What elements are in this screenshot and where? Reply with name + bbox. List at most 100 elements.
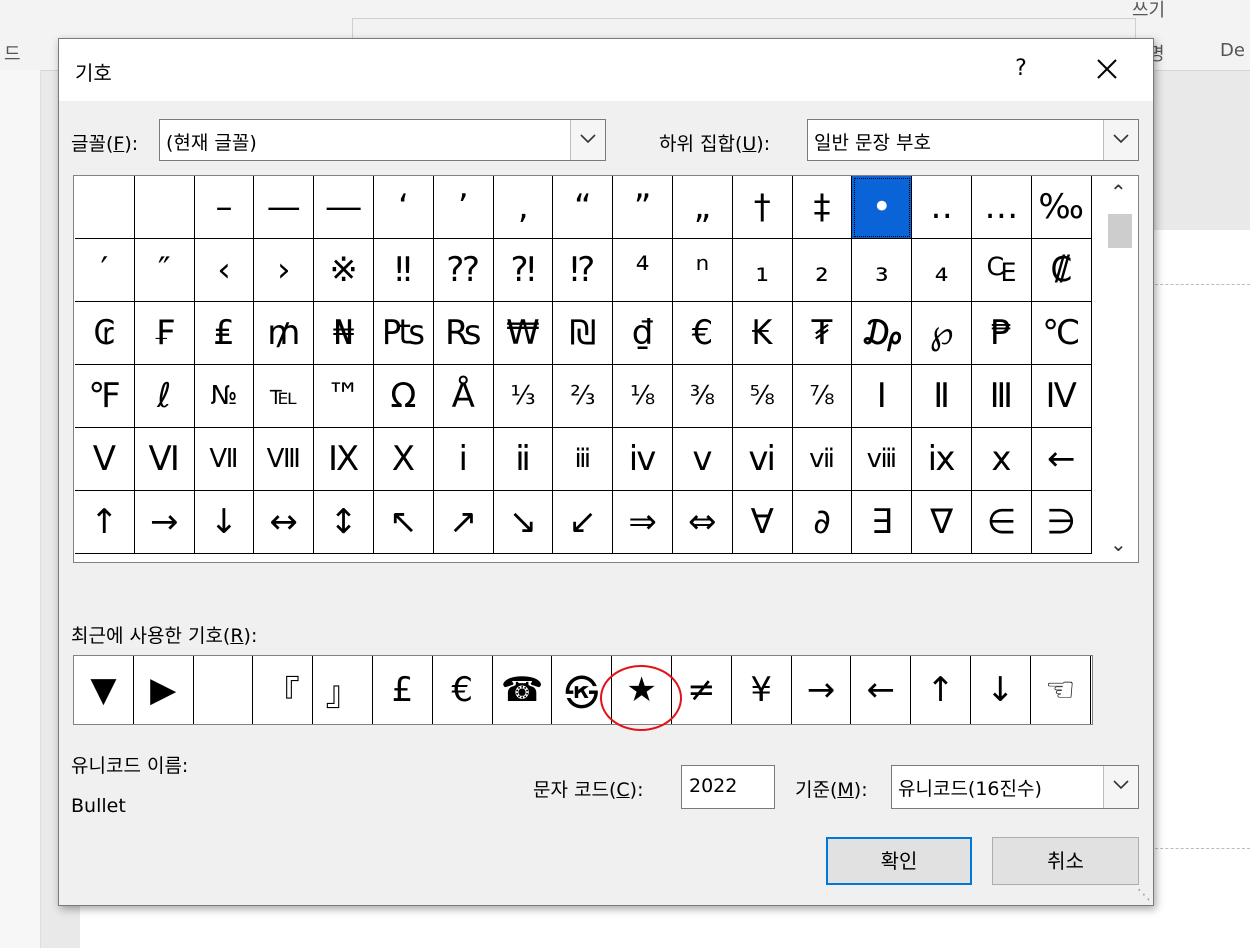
symbol-cell[interactable]: “	[553, 176, 614, 239]
symbol-cell[interactable]: ‰	[1031, 176, 1092, 239]
symbol-cell[interactable]: ₤	[194, 302, 255, 365]
symbol-cell[interactable]: ℉	[75, 365, 135, 428]
recent-symbol-cell[interactable]: ☎	[493, 656, 553, 724]
symbol-cell[interactable]: →	[134, 491, 195, 554]
recent-symbol-cell[interactable]: ↑	[911, 656, 971, 724]
scroll-up-icon[interactable]: ⌃	[1110, 180, 1127, 204]
symbol-cell[interactable]: ₫	[613, 302, 673, 365]
symbol-cell[interactable]: ₄	[912, 239, 972, 302]
symbol-cell[interactable]: ※	[314, 239, 374, 302]
symbol-cell[interactable]: ⅸ	[912, 428, 972, 491]
symbol-cell[interactable]: ₥	[254, 302, 315, 365]
symbol-cell[interactable]: ‚	[493, 176, 554, 239]
symbol-cell[interactable]: ∇	[912, 491, 972, 554]
symbol-cell[interactable]: ⁇	[433, 239, 494, 302]
recent-symbol-cell[interactable]: 『	[253, 656, 314, 724]
close-button[interactable]	[1087, 51, 1127, 87]
symbol-cell[interactable]: Ⅹ	[374, 428, 434, 491]
symbol-cell[interactable]: ∈	[972, 491, 1032, 554]
subset-select[interactable]: 일반 문장 부호	[807, 119, 1139, 161]
symbol-cell[interactable]: Ⅵ	[134, 428, 195, 491]
recent-symbol-cell[interactable]: ★	[612, 656, 672, 724]
symbol-cell[interactable]: ₁	[732, 239, 793, 302]
symbol-cell[interactable]: ∂	[792, 491, 853, 554]
symbol-cell[interactable]: ↑	[75, 491, 135, 554]
symbol-cell[interactable]: –	[194, 176, 255, 239]
recent-symbol-cell[interactable]: £	[373, 656, 433, 724]
char-code-input[interactable]: 2022	[681, 765, 775, 809]
symbol-cell[interactable]: Ⅷ	[254, 428, 315, 491]
symbol-cell[interactable]: ⁉	[553, 239, 614, 302]
symbol-cell[interactable]: ⅴ	[673, 428, 733, 491]
recent-symbol-cell[interactable]: ←	[851, 656, 912, 724]
base-select[interactable]: 유니코드(16진수)	[891, 765, 1139, 809]
symbol-cell[interactable]: ⅛	[613, 365, 673, 428]
symbol-cell[interactable]: ℃	[1031, 302, 1092, 365]
recent-symbol-cell[interactable]: ≠	[672, 656, 732, 724]
symbol-cell[interactable]: Ⅰ	[852, 365, 913, 428]
recent-symbol-cell[interactable]: 』	[313, 656, 373, 724]
symbol-cell[interactable]: ⅵ	[732, 428, 793, 491]
symbol-cell[interactable]: ↔	[254, 491, 315, 554]
symbol-cell[interactable]: ←	[1031, 428, 1092, 491]
subset-select-dropdown[interactable]	[1103, 120, 1138, 160]
symbol-cell[interactable]: ’	[433, 176, 494, 239]
symbol-cell[interactable]: ₯	[852, 302, 913, 365]
symbol-cell[interactable]: ⅞	[792, 365, 853, 428]
symbol-cell[interactable]: —	[254, 176, 315, 239]
symbol-cell[interactable]: ₣	[134, 302, 195, 365]
symbol-cell[interactable]: Ⅱ	[912, 365, 972, 428]
symbol-cell[interactable]: †	[732, 176, 793, 239]
base-select-dropdown[interactable]	[1103, 766, 1138, 808]
symbol-cell[interactable]: ₢	[75, 302, 135, 365]
symbol-cell[interactable]: ⅲ	[553, 428, 614, 491]
recent-symbol-cell[interactable]: €	[433, 656, 493, 724]
recent-symbol-cell[interactable]: ▶	[134, 656, 194, 724]
recent-symbol-cell[interactable]: ¥	[732, 656, 792, 724]
symbol-cell[interactable]: ⅱ	[493, 428, 554, 491]
symbol-cell[interactable]: №	[194, 365, 255, 428]
symbol-cell[interactable]: ⅓	[493, 365, 554, 428]
symbol-cell[interactable]: Å	[433, 365, 494, 428]
symbol-cell[interactable]: ”	[613, 176, 673, 239]
symbol-cell[interactable]: ₩	[493, 302, 554, 365]
symbol-cell[interactable]: ™	[314, 365, 374, 428]
symbol-cell[interactable]: ′	[75, 239, 135, 302]
symbol-cell[interactable]: ↗	[433, 491, 494, 554]
symbol-cell[interactable]: ↕	[314, 491, 374, 554]
symbol-cell[interactable]: ⁿ	[673, 239, 733, 302]
symbol-cell[interactable]: ↖	[374, 491, 434, 554]
symbol-cell[interactable]: ₂	[792, 239, 853, 302]
symbol-cell[interactable]: ₧	[374, 302, 434, 365]
symbol-cell[interactable]: ℘	[912, 302, 972, 365]
recent-symbol-cell[interactable]: →	[792, 656, 852, 724]
cancel-button[interactable]: 취소	[992, 837, 1139, 885]
recent-symbol-cell[interactable]: ㉿	[552, 656, 613, 724]
symbol-cell[interactable]: ⅳ	[613, 428, 673, 491]
help-button[interactable]: ?	[1003, 51, 1039, 87]
symbol-cell[interactable]: ⇔	[673, 491, 733, 554]
symbol-cell[interactable]: ⅰ	[433, 428, 494, 491]
symbol-cell[interactable]: ‥	[912, 176, 972, 239]
symbol-grid-scrollbar[interactable]: ⌃ ⌄	[1102, 176, 1138, 562]
symbol-cell[interactable]: ‼	[374, 239, 434, 302]
resize-grip-icon[interactable]: ⋱	[1137, 887, 1151, 903]
symbol-cell[interactable]: ⅜	[673, 365, 733, 428]
symbol-cell[interactable]: Ⅶ	[194, 428, 255, 491]
symbol-cell[interactable]: ₦	[314, 302, 374, 365]
symbol-cell[interactable]: ↙	[553, 491, 614, 554]
symbol-cell[interactable]: ›	[254, 239, 315, 302]
symbol-cell[interactable]: Ⅸ	[314, 428, 374, 491]
symbol-cell[interactable]: ―	[314, 176, 374, 239]
symbol-cell[interactable]: ⅹ	[972, 428, 1032, 491]
symbol-cell[interactable]: Ⅲ	[972, 365, 1032, 428]
scroll-down-icon[interactable]: ⌄	[1110, 532, 1127, 556]
symbol-cell[interactable]: ℡	[254, 365, 315, 428]
symbol-cell[interactable]	[134, 176, 195, 239]
symbol-cell[interactable]: ↓	[194, 491, 255, 554]
symbol-cell[interactable]: ⇒	[613, 491, 673, 554]
symbol-cell[interactable]: ℓ	[134, 365, 195, 428]
symbol-cell[interactable]: ⅝	[732, 365, 793, 428]
symbol-cell[interactable]: •	[852, 176, 913, 239]
recent-symbol-cell[interactable]	[194, 656, 254, 724]
